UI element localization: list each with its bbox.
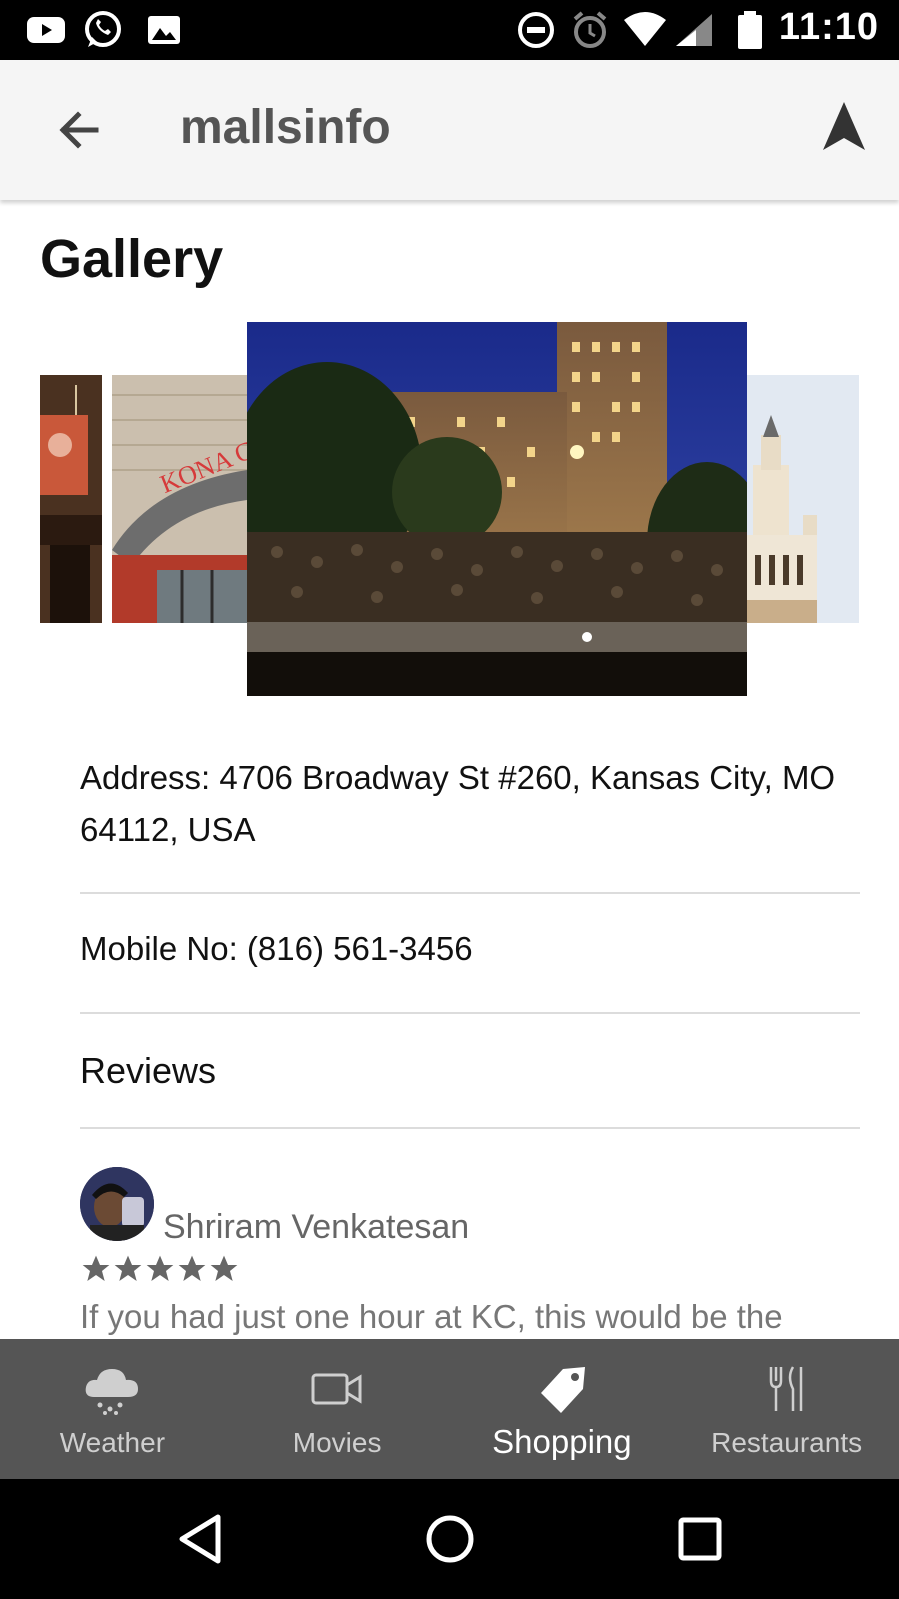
whatsapp-icon xyxy=(82,10,124,50)
app-title: mallsinfo xyxy=(180,101,391,154)
gallery-title: Gallery xyxy=(40,229,224,289)
navigation-arrow-icon[interactable] xyxy=(819,98,869,158)
bottom-navigation: Weather Movies Shopping Restaurants xyxy=(0,1339,899,1479)
gallery-image[interactable] xyxy=(40,375,102,623)
recents-square-icon[interactable] xyxy=(670,1509,730,1569)
youtube-icon xyxy=(26,10,66,50)
clock: 11:10 xyxy=(778,6,879,48)
reviews-heading: Reviews xyxy=(80,1050,217,1091)
gallery-image[interactable]: KONA G xyxy=(112,375,247,623)
divider xyxy=(80,1012,860,1014)
system-navigation-bar xyxy=(0,1479,899,1599)
star-icon xyxy=(210,1255,238,1281)
tab-label: Shopping xyxy=(492,1423,632,1460)
image-icon xyxy=(146,10,182,50)
back-arrow-icon[interactable] xyxy=(52,105,108,155)
star-icon xyxy=(178,1255,206,1281)
divider xyxy=(80,892,860,894)
tag-icon xyxy=(533,1363,591,1420)
weather-icon xyxy=(82,1363,142,1420)
image-gallery[interactable]: KONA G xyxy=(0,318,899,698)
tab-weather[interactable]: Weather xyxy=(0,1339,225,1479)
fork-knife-icon xyxy=(765,1363,809,1420)
avatar xyxy=(80,1167,154,1241)
star-rating xyxy=(80,1253,240,1285)
star-icon xyxy=(82,1255,110,1281)
app-bar: mallsinfo xyxy=(0,60,899,200)
star-icon xyxy=(114,1255,142,1281)
wifi-icon xyxy=(622,10,668,50)
address-text: Address: 4706 Broadway St #260, Kansas C… xyxy=(80,759,836,848)
home-circle-icon[interactable] xyxy=(420,1509,480,1569)
tab-movies[interactable]: Movies xyxy=(225,1339,450,1479)
mobile-number-text[interactable]: Mobile No: (816) 561-3456 xyxy=(80,930,860,968)
status-bar: 11:10 xyxy=(0,0,899,60)
star-icon xyxy=(146,1255,174,1281)
reviewer-name: Shriram Venkatesan xyxy=(163,1208,470,1246)
divider xyxy=(80,1127,860,1129)
battery-icon xyxy=(736,10,764,50)
back-triangle-icon[interactable] xyxy=(170,1509,230,1569)
review-text: If you had just one hour at KC, this wou… xyxy=(80,1298,783,1335)
alarm-icon xyxy=(570,10,610,50)
video-camera-icon xyxy=(310,1363,364,1420)
tab-label: Movies xyxy=(292,1427,382,1458)
tab-restaurants[interactable]: Restaurants xyxy=(674,1339,899,1479)
gallery-image[interactable] xyxy=(747,375,859,623)
gallery-image-featured[interactable] xyxy=(247,322,747,696)
cellular-signal-icon xyxy=(674,10,714,50)
tab-label: Restaurants xyxy=(711,1427,863,1458)
tab-label: Weather xyxy=(59,1427,166,1458)
tab-shopping[interactable]: Shopping xyxy=(450,1339,675,1479)
do-not-disturb-icon xyxy=(516,10,556,50)
